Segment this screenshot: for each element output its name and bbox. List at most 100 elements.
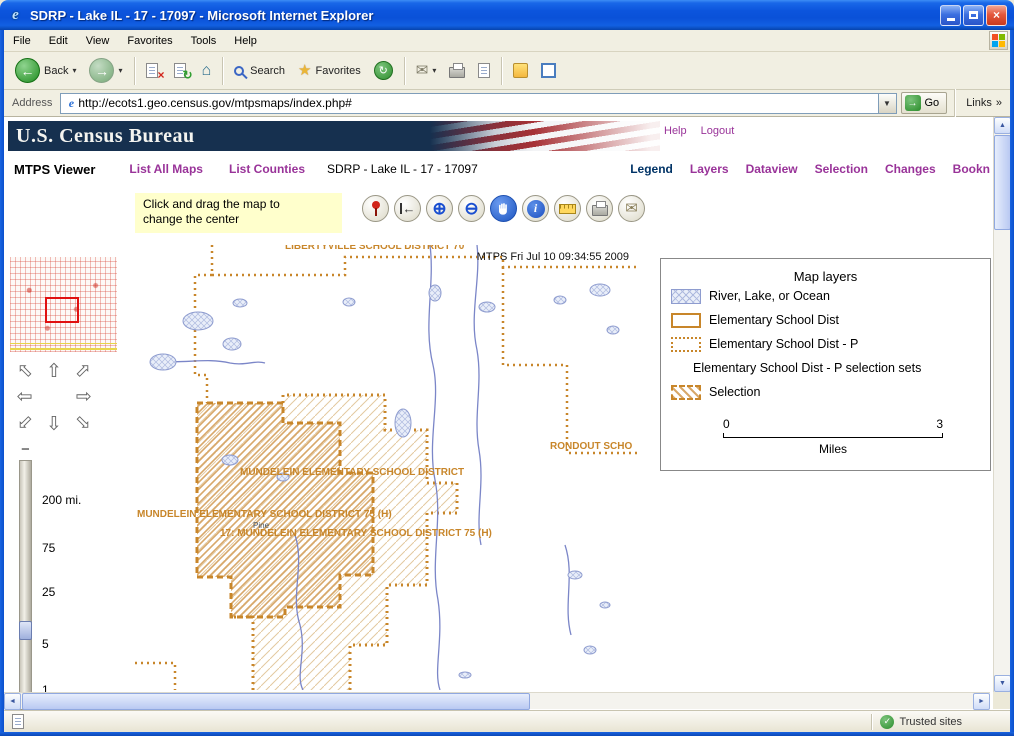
legend-panel: Map layers River, Lake, or Ocean Element…: [660, 258, 991, 471]
zoom-scale-label: 75: [42, 541, 56, 555]
maximize-button[interactable]: [963, 4, 984, 26]
list-counties-link[interactable]: List Counties: [229, 162, 305, 176]
minimize-button[interactable]: [940, 4, 961, 26]
map-canvas[interactable]: LIBERTYVILLE SCHOOL DISTRICT 70 MTPS Fri…: [135, 245, 637, 690]
print-button[interactable]: [444, 60, 470, 81]
forward-dropdown-icon[interactable]: ▾: [118, 66, 122, 75]
overview-map[interactable]: [10, 257, 117, 352]
addressbar-separator: [954, 89, 956, 117]
logout-link[interactable]: Logout: [701, 125, 735, 137]
close-button[interactable]: ×: [986, 4, 1007, 26]
map-label-selected-district: 17: MUNDELEIN ELEMENTARY SCHOOL DISTRICT…: [220, 528, 492, 539]
arrow-southwest-icon: ⇧: [12, 408, 40, 435]
scroll-up-button[interactable]: ▲: [994, 117, 1010, 134]
pan-east-button[interactable]: ⇧: [68, 384, 96, 409]
mail-button[interactable]: ✉ ▾: [411, 60, 442, 81]
windows-logo-icon: [989, 31, 1008, 50]
stop-icon: [145, 62, 158, 78]
measure-button[interactable]: [554, 195, 581, 222]
previous-view-button[interactable]: ←: [394, 195, 421, 222]
pan-north-button[interactable]: ⇧: [40, 359, 68, 384]
horizontal-scroll-thumb[interactable]: [22, 693, 530, 710]
tab-bookmarks[interactable]: Bookn: [953, 162, 990, 176]
close-icon: ×: [992, 8, 1000, 22]
forward-button[interactable]: → ▾: [84, 55, 127, 86]
title-bar[interactable]: e SDRP - Lake IL - 17 - 17097 - Microsof…: [0, 0, 1014, 30]
legend-item-water: River, Lake, or Ocean: [661, 284, 990, 308]
search-button[interactable]: Search: [229, 62, 290, 80]
scale-bar-line: [723, 433, 943, 438]
back-dropdown-icon[interactable]: ▾: [72, 66, 76, 75]
home-button[interactable]: ⌂: [197, 60, 217, 82]
help-link[interactable]: Help: [664, 125, 687, 137]
address-url[interactable]: http://ecots1.geo.census.gov/mtpsmaps/in…: [78, 96, 877, 110]
messenger-button[interactable]: [508, 60, 533, 81]
address-input[interactable]: e http://ecots1.geo.census.gov/mtpsmaps/…: [60, 92, 897, 114]
links-chevron-icon: »: [995, 97, 1002, 109]
go-arrow-icon: →: [904, 95, 921, 111]
info-icon: i: [526, 199, 545, 218]
menu-edit[interactable]: Edit: [40, 32, 77, 50]
overview-extent-box[interactable]: [45, 297, 79, 323]
pan-northeast-button[interactable]: ⇧: [68, 358, 96, 385]
arrow-north-icon: ⇧: [46, 361, 62, 382]
zoom-slider-handle[interactable]: [19, 621, 32, 640]
pan-southeast-button[interactable]: ⇧: [68, 408, 96, 434]
horizontal-scrollbar[interactable]: ◄ ►: [4, 692, 990, 710]
pan-southwest-button[interactable]: ⇧: [12, 408, 40, 435]
marker-icon: [370, 201, 382, 216]
zoom-minus-label: −: [21, 441, 30, 458]
scroll-down-button[interactable]: ▼: [994, 675, 1010, 692]
address-dropdown-button[interactable]: ▼: [877, 93, 896, 113]
edit-button[interactable]: [473, 60, 495, 81]
stop-button[interactable]: ×: [141, 60, 166, 82]
menu-bar: File Edit View Favorites Tools Help: [4, 30, 1010, 52]
census-banner: U.S. Census Bureau: [8, 121, 660, 151]
menu-view[interactable]: View: [77, 32, 119, 50]
refresh-button[interactable]: ↻: [169, 60, 194, 82]
maximize-icon: [969, 11, 978, 19]
links-menu[interactable]: Links »: [962, 97, 1006, 109]
zoom-out-button[interactable]: ⊖: [458, 195, 485, 222]
legend-item-district: Elementary School Dist: [661, 308, 990, 332]
research-button[interactable]: [536, 60, 561, 81]
print-map-button[interactable]: [586, 195, 613, 222]
toolbar-separator: [222, 56, 224, 85]
menu-file[interactable]: File: [4, 32, 40, 50]
forward-icon: →: [89, 58, 115, 83]
zoom-in-button[interactable]: ⊕: [426, 195, 453, 222]
history-button[interactable]: ↻: [369, 58, 398, 83]
go-button[interactable]: → Go: [900, 92, 948, 114]
favorites-label: Favorites: [315, 64, 361, 77]
arrow-northeast-icon: ⇧: [68, 358, 96, 385]
legend-title: Map layers: [793, 269, 858, 284]
pan-south-button[interactable]: ⇧: [40, 409, 68, 434]
pan-tool-button[interactable]: [490, 195, 517, 222]
favorites-button[interactable]: ★ Favorites: [293, 60, 366, 81]
menu-tools[interactable]: Tools: [182, 32, 226, 50]
tab-layers[interactable]: Layers: [690, 162, 729, 176]
zoom-slider-track[interactable]: [19, 460, 32, 710]
marker-tool-button[interactable]: [362, 195, 389, 222]
menu-favorites[interactable]: Favorites: [118, 32, 181, 50]
tab-dataview[interactable]: Dataview: [746, 162, 798, 176]
list-all-maps-link[interactable]: List All Maps: [129, 162, 203, 176]
mail-dropdown-icon[interactable]: ▾: [432, 66, 436, 75]
scroll-right-button[interactable]: ►: [973, 693, 990, 710]
vertical-scrollbar[interactable]: ▲ ▼: [993, 117, 1010, 692]
tab-changes[interactable]: Changes: [885, 162, 936, 176]
pan-west-button[interactable]: ⇧: [12, 384, 40, 409]
legend-item-label: Elementary School Dist: [709, 313, 839, 327]
back-button[interactable]: ← Back ▾: [10, 55, 81, 86]
legend-item-selection-sets: Elementary School Dist - P selection set…: [661, 356, 990, 380]
identify-button[interactable]: i: [522, 195, 549, 222]
pan-northwest-button[interactable]: ⇧: [12, 358, 40, 384]
menu-help[interactable]: Help: [225, 32, 266, 50]
trusted-sites-check-icon: ✓: [880, 714, 895, 729]
map-toolbar: ← ⊕ ⊖ i ✉: [362, 195, 645, 222]
vertical-scroll-thumb[interactable]: [994, 135, 1010, 230]
scroll-left-button[interactable]: ◄: [4, 693, 21, 710]
tab-selection[interactable]: Selection: [815, 162, 868, 176]
export-map-button[interactable]: ✉: [618, 195, 645, 222]
tab-legend[interactable]: Legend: [630, 162, 673, 176]
